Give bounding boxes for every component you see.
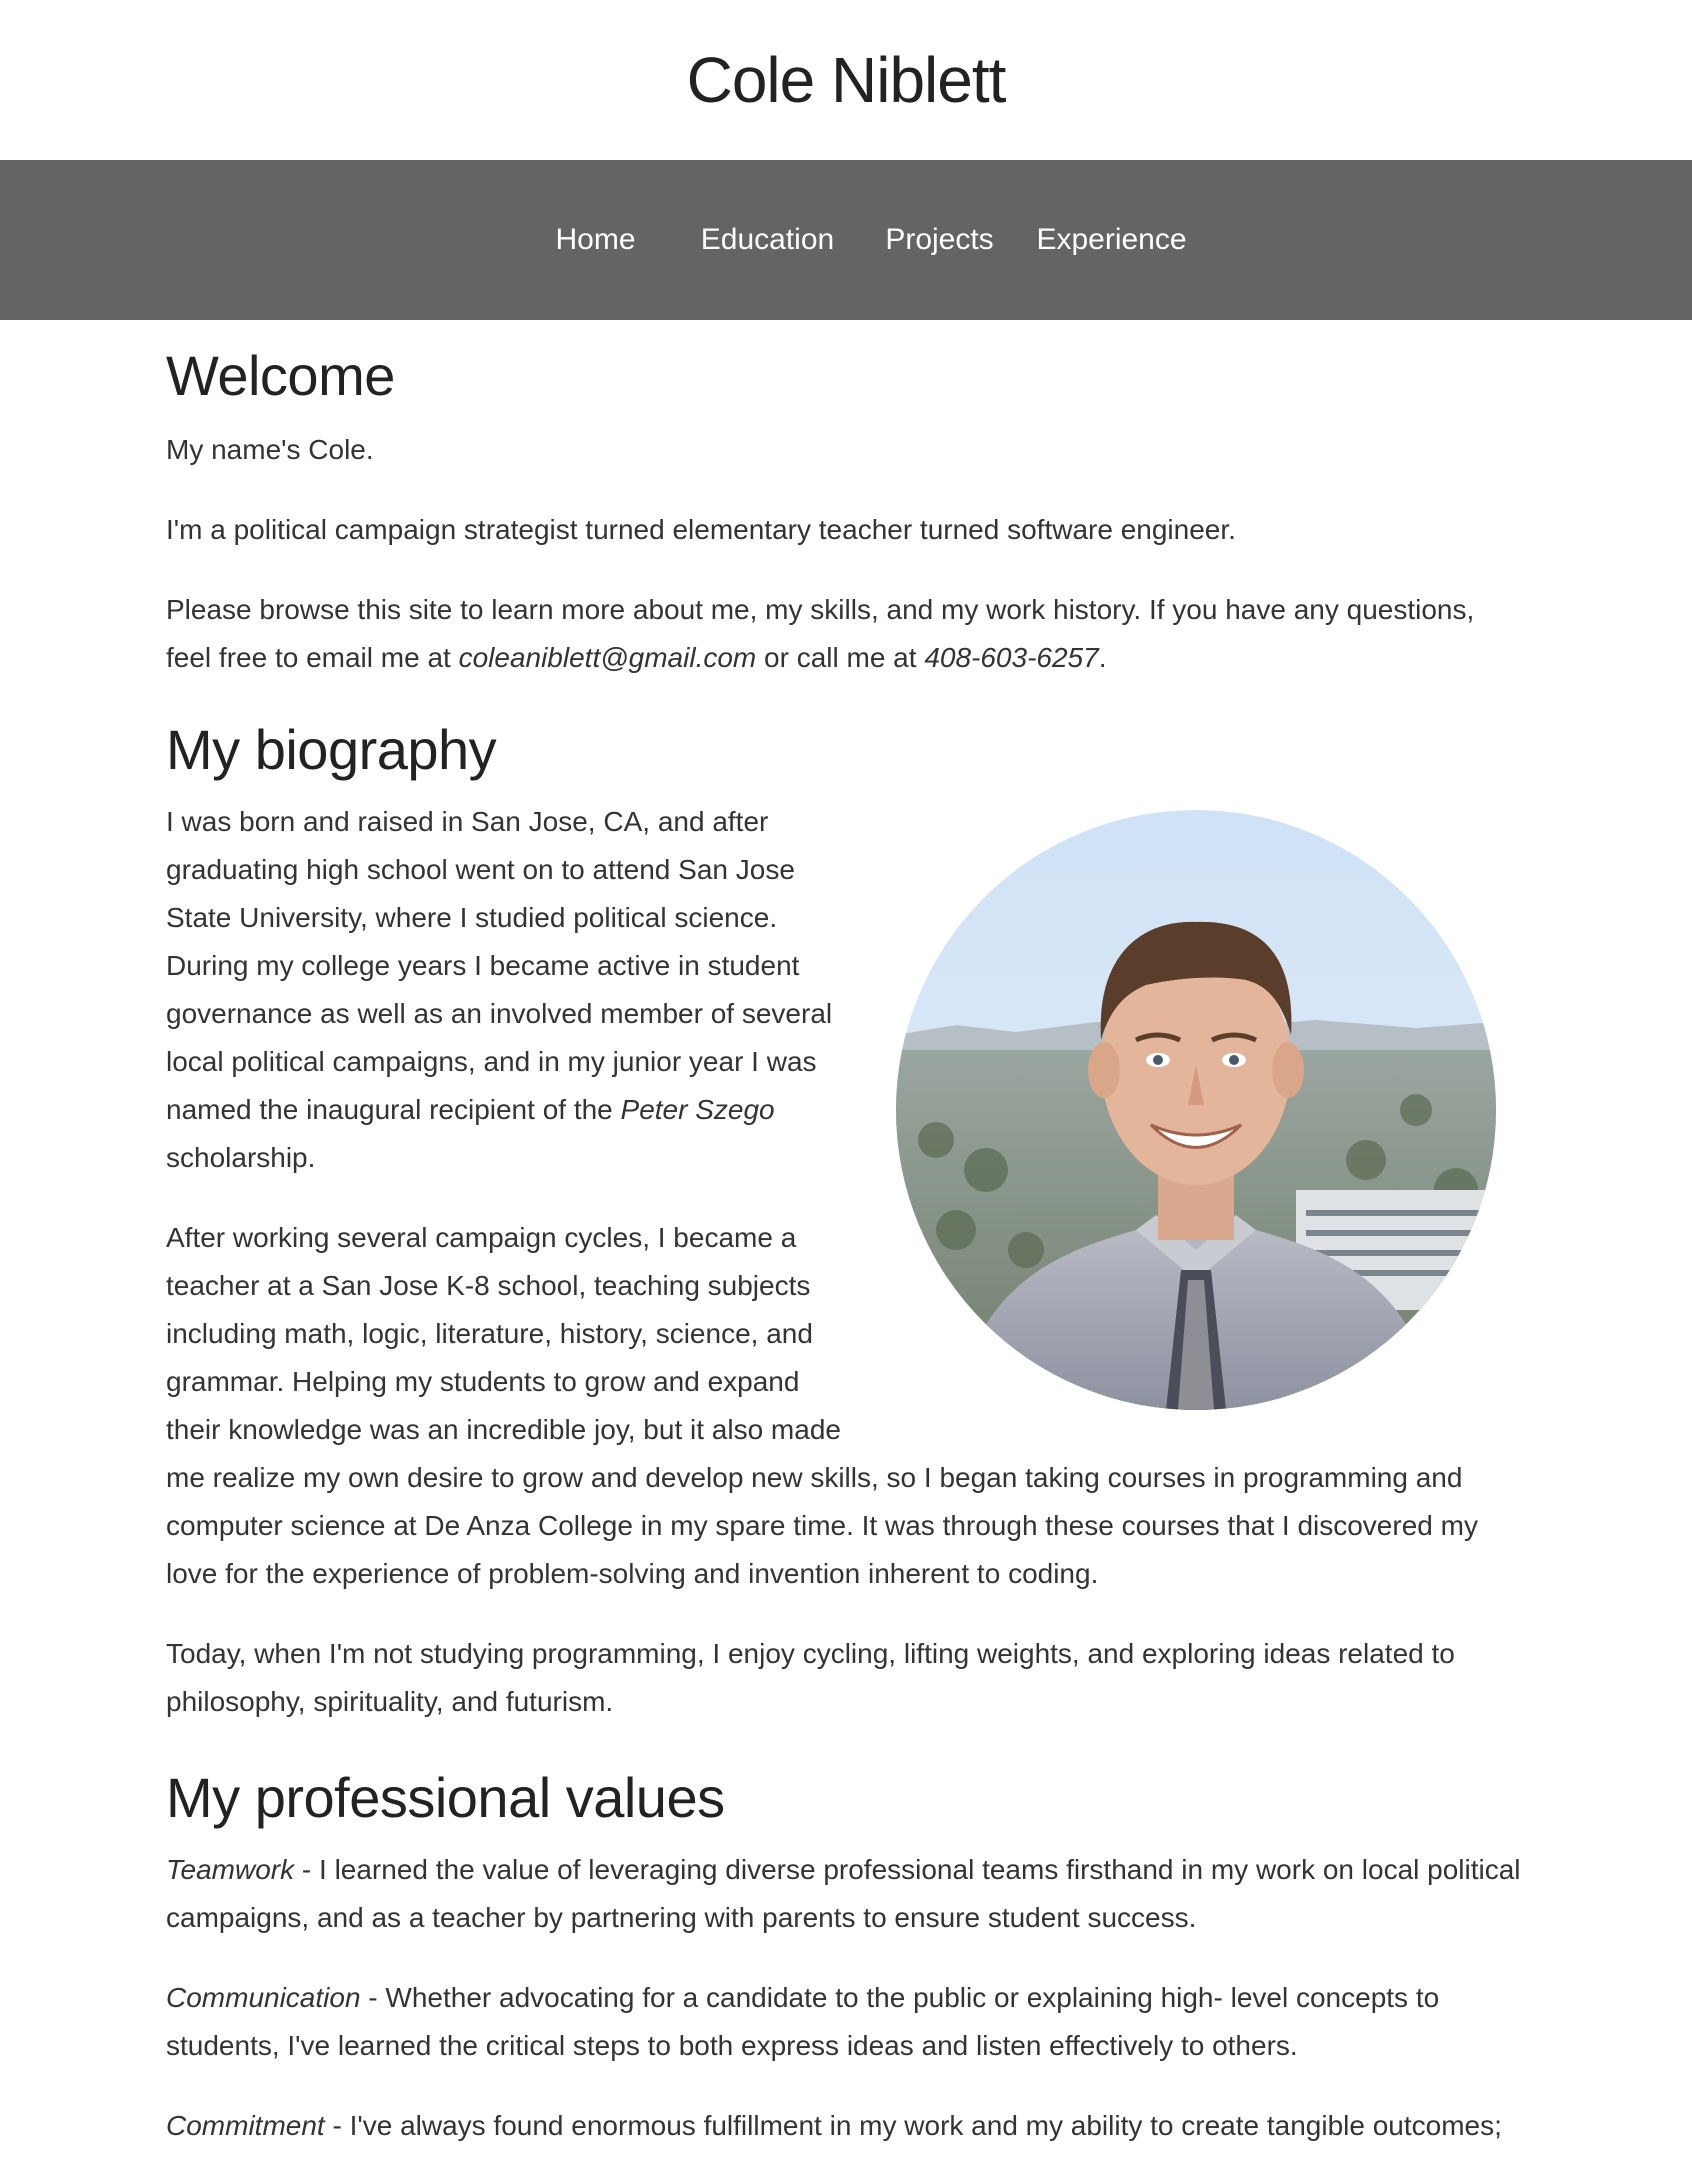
value-text: - I learned the value of leveraging dive…	[166, 1854, 1521, 1933]
value-term: Teamwork	[166, 1854, 295, 1885]
welcome-career: I'm a political campaign strategist turn…	[166, 514, 1236, 545]
bio-text-before: I was born and raised in San Jose, CA, a…	[166, 806, 833, 1125]
portrait-photo	[896, 810, 1496, 1410]
portrait-photo-icon	[896, 810, 1496, 1410]
value-teamwork: Teamwork - I learned the value of levera…	[166, 1846, 1526, 1942]
site-header: Cole Niblett	[0, 0, 1692, 160]
welcome-contact: Please browse this site to learn more ab…	[166, 586, 1526, 682]
scholarship-name: Peter Szego	[620, 1094, 775, 1125]
nav-item-experience[interactable]: Experience	[1026, 223, 1198, 257]
nav-item-projects[interactable]: Projects	[854, 223, 1026, 257]
contact-text-middle: or call me at	[756, 642, 925, 673]
value-text: - I've always found enormous fulfillment…	[324, 2110, 1502, 2141]
site-title: Cole Niblett	[686, 44, 1007, 116]
value-term: Commitment	[166, 2110, 325, 2141]
biography-section: My biography I was born and raised in Sa…	[166, 714, 1526, 1758]
bio-text-after: scholarship.	[166, 1142, 316, 1173]
main-navigation: Home Education Projects Experience	[0, 160, 1692, 320]
welcome-section: Welcome My name's Cole. I'm a political …	[166, 320, 1526, 682]
value-communication: Communication - Whether advocating for a…	[166, 1974, 1526, 2070]
email-link[interactable]: coleaniblett@gmail.com	[459, 642, 757, 673]
phone-link[interactable]: 408-603-6257	[924, 642, 1098, 673]
contact-text-after: .	[1098, 642, 1107, 673]
biography-hobbies: Today, when I'm not studying programming…	[166, 1638, 1455, 1717]
main-content: Welcome My name's Cole. I'm a political …	[0, 320, 1692, 2150]
value-commitment: Commitment - I've always found enormous …	[166, 2102, 1526, 2150]
values-heading: My professional values	[166, 1766, 725, 1829]
welcome-intro: My name's Cole.	[166, 434, 374, 465]
biography-heading: My biography	[166, 718, 497, 781]
value-term: Communication	[166, 1982, 361, 2013]
nav-item-home[interactable]: Home	[510, 223, 682, 257]
welcome-heading: Welcome	[166, 344, 395, 407]
values-section: My professional values Teamwork - I lear…	[166, 1762, 1526, 2150]
nav-list: Home Education Projects Experience	[495, 223, 1198, 257]
nav-item-education[interactable]: Education	[682, 223, 854, 257]
